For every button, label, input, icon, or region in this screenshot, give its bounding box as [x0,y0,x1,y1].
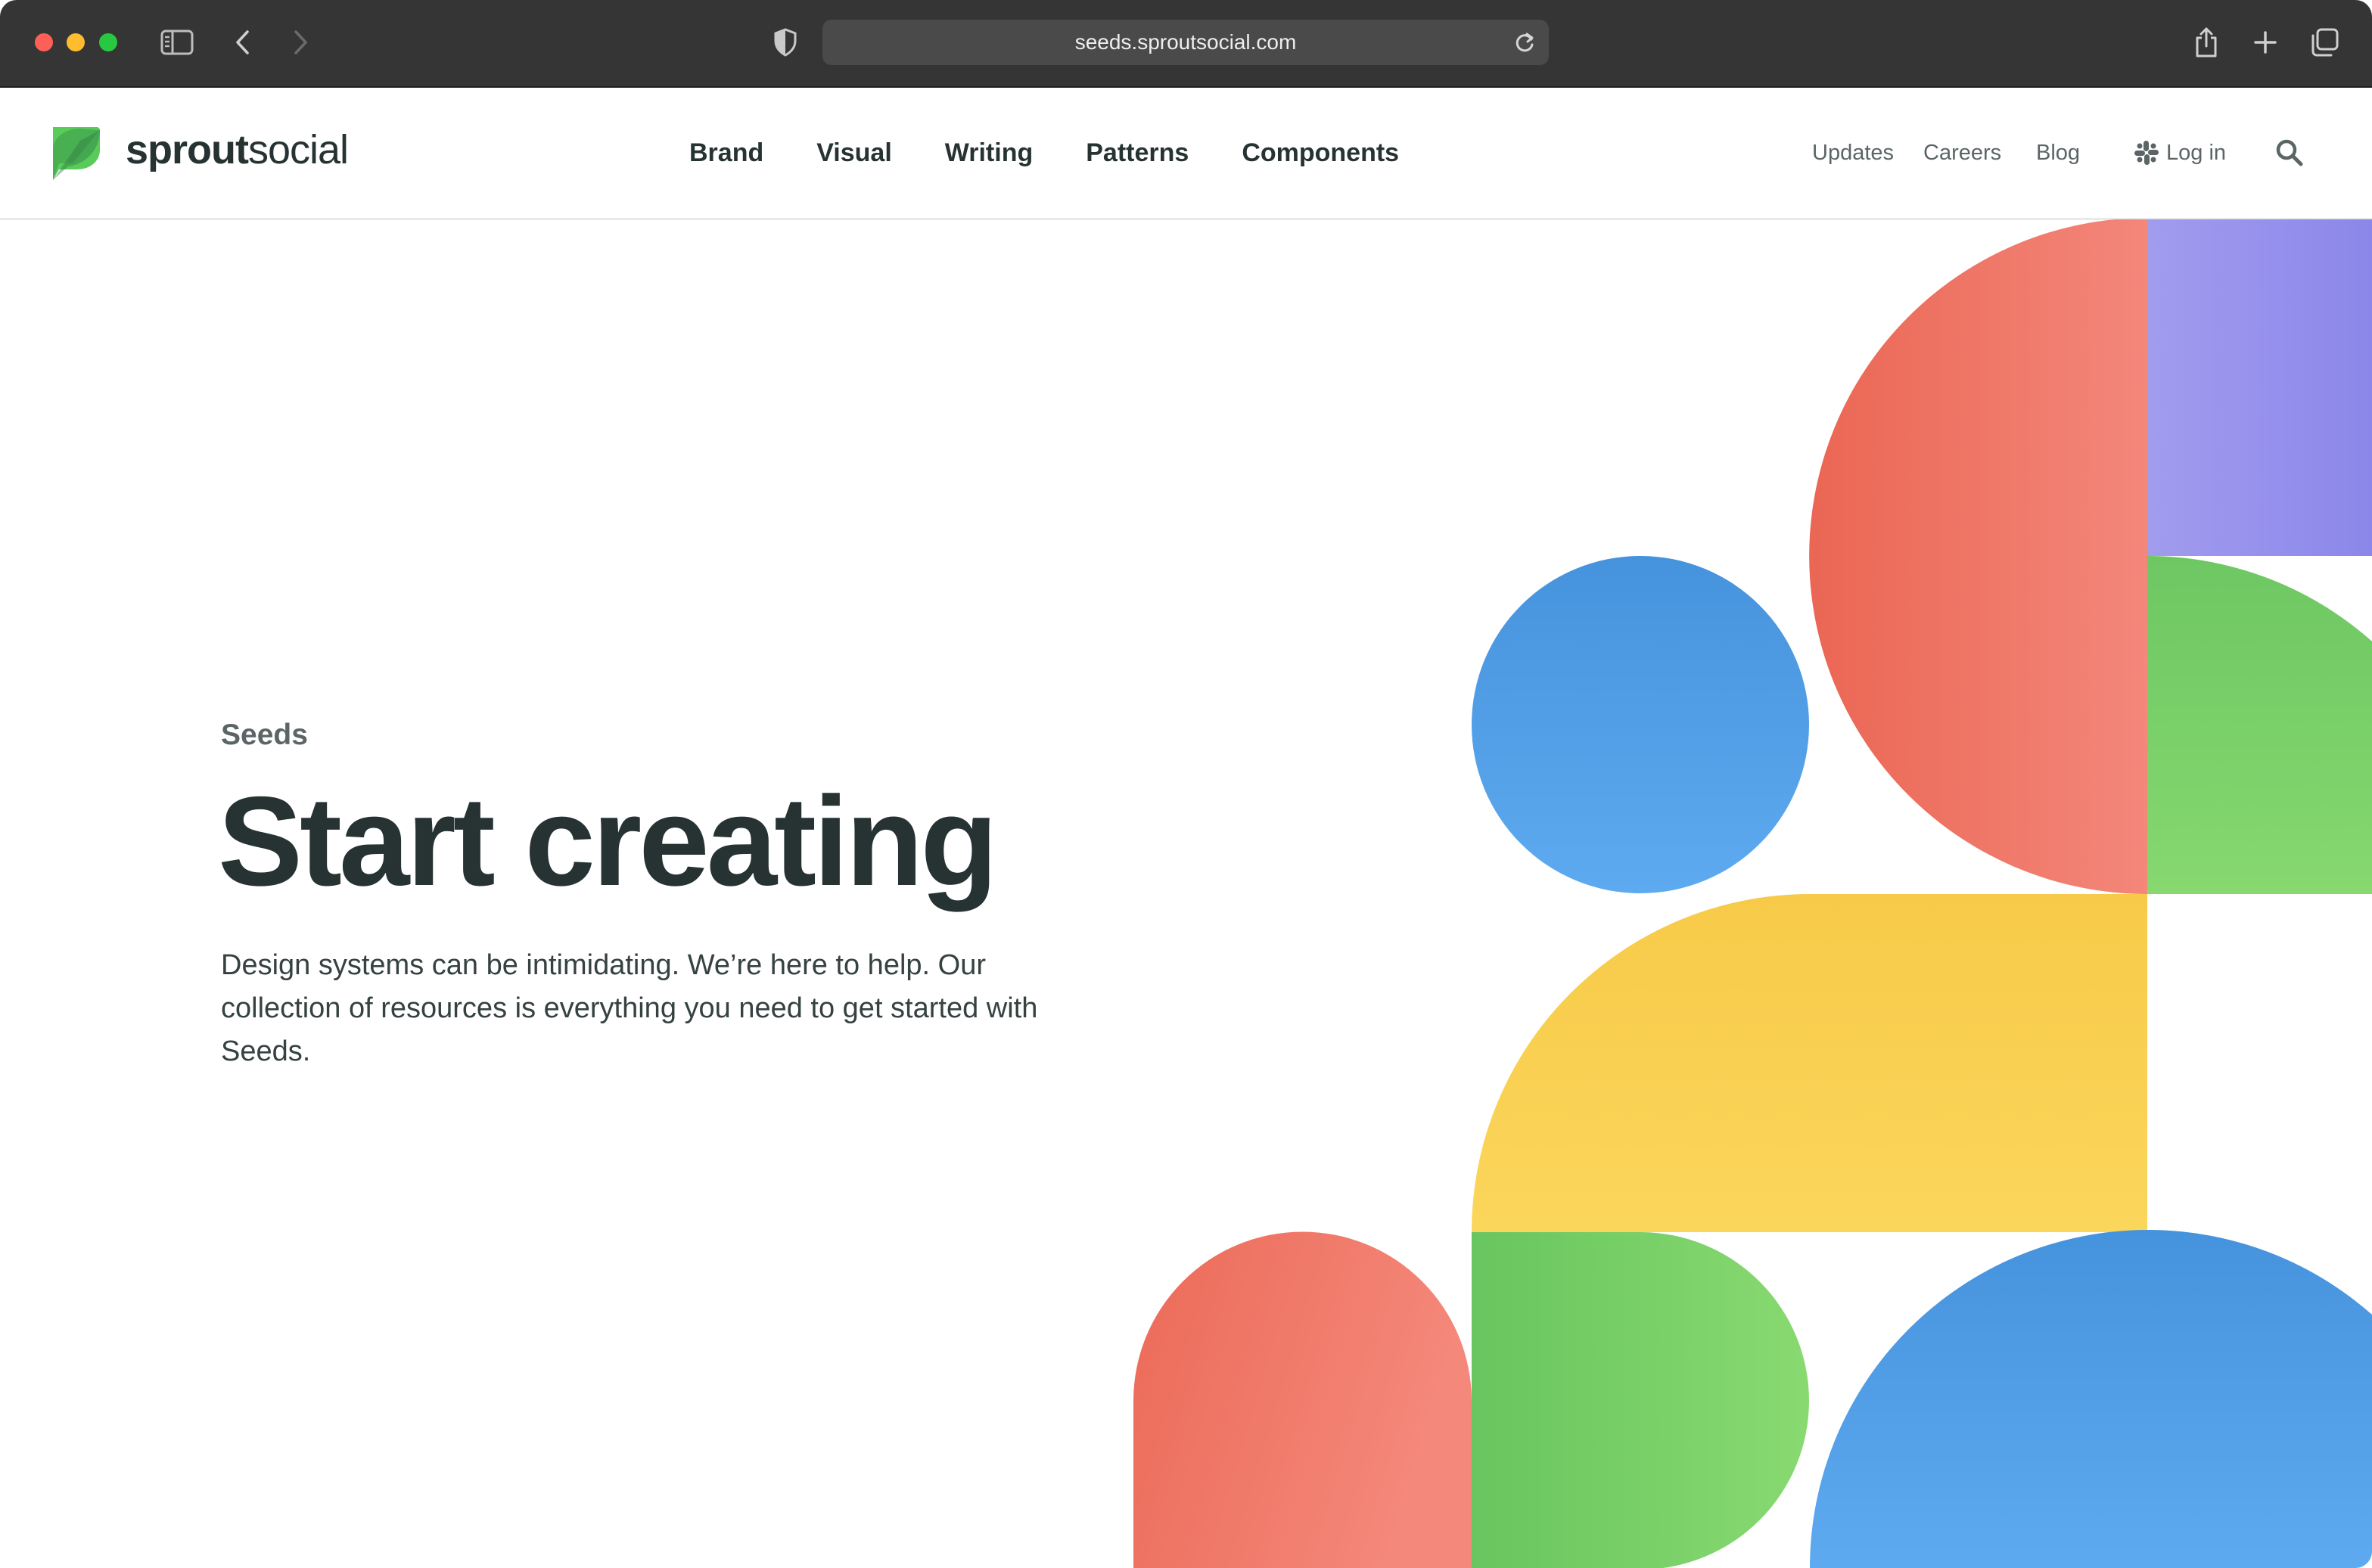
green-d-shape [1472,1232,1809,1568]
blue-half-circle-shape [1810,1230,2372,1568]
hero-illustration [1133,219,2372,1568]
blue-circle-shape [1472,556,1809,893]
browser-window: seeds.sproutsocial.com sproutsocial Bran… [0,0,2372,1568]
purple-block-shape [2147,219,2372,556]
yellow-quarter-shape [1472,894,2147,1232]
red-half-circle-shape [1809,219,2147,894]
green-quarter-shape [2147,556,2372,894]
red-arch-shape [1133,1231,1472,1568]
